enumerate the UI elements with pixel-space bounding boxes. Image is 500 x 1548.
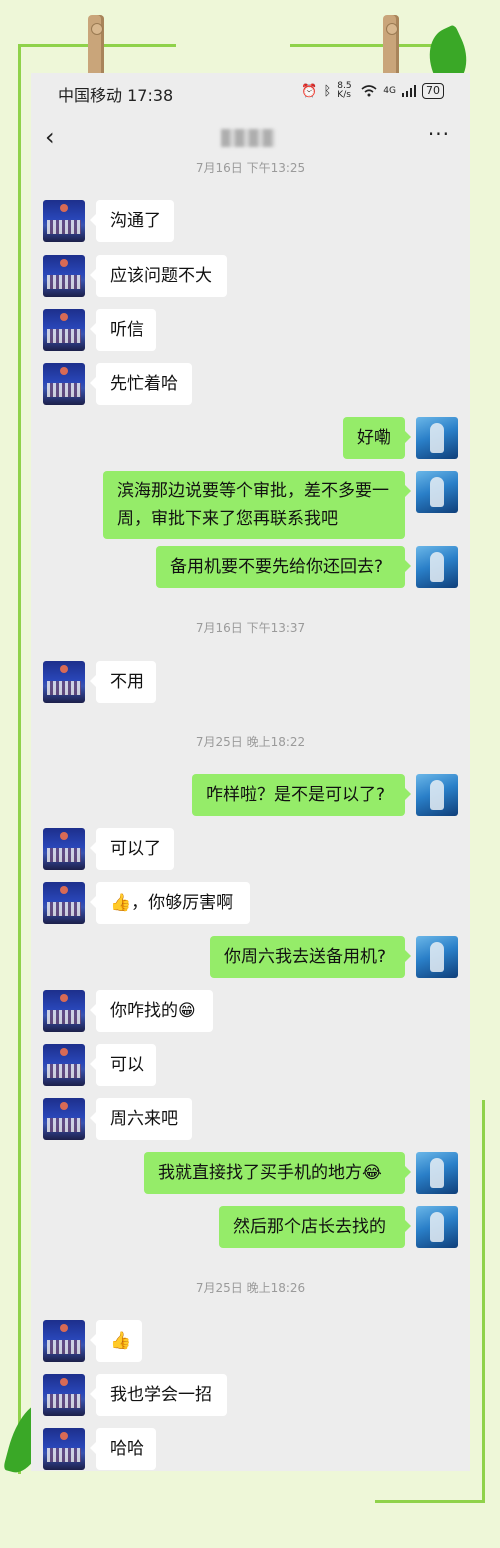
incoming-message[interactable]: 周六来吧 — [90, 1098, 192, 1140]
battery-indicator: 70 — [422, 83, 444, 99]
outgoing-message[interactable]: 好嘞 — [343, 417, 411, 459]
incoming-message[interactable]: 不用 — [90, 661, 156, 703]
contact-avatar[interactable] — [43, 1374, 85, 1416]
contact-avatar[interactable] — [43, 200, 85, 242]
incoming-message[interactable]: 👍 — [90, 1320, 142, 1362]
my-avatar[interactable] — [416, 936, 458, 978]
timestamp: 7月16日 下午13:37 — [195, 621, 306, 635]
timestamp: 7月16日 下午13:25 — [195, 161, 306, 175]
chat-header: ‹ ··· — [31, 117, 470, 157]
status-icons: ⏰ ᛒ 8.5 K/s 4G 70 — [301, 82, 444, 100]
incoming-message[interactable]: 可以了 — [90, 828, 174, 870]
contact-avatar[interactable] — [43, 1044, 85, 1086]
outgoing-message[interactable]: 然后那个店长去找的 — [219, 1206, 411, 1248]
bluetooth-icon: ᛒ — [323, 83, 332, 99]
contact-avatar[interactable] — [43, 1428, 85, 1470]
frame-bottom-line — [375, 1500, 485, 1503]
status-bar: 中国移动 17:38 ⏰ ᛒ 8.5 K/s 4G 70 — [31, 73, 470, 113]
contact-avatar[interactable] — [43, 363, 85, 405]
contact-avatar[interactable] — [43, 309, 85, 351]
incoming-message[interactable]: 你咋找的😁 — [90, 990, 213, 1032]
frame-top-line-right — [290, 44, 448, 47]
wifi-icon — [361, 85, 377, 97]
clip-right-icon — [383, 15, 399, 77]
clip-left-icon — [88, 15, 104, 77]
outgoing-message[interactable]: 你周六我去送备用机? — [210, 936, 411, 978]
my-avatar[interactable] — [416, 417, 458, 459]
contact-avatar[interactable] — [43, 661, 85, 703]
outgoing-message[interactable]: 备用机要不要先给你还回去? — [156, 546, 411, 588]
contact-avatar[interactable] — [43, 882, 85, 924]
contact-avatar[interactable] — [43, 828, 85, 870]
chat-title-redacted — [221, 129, 275, 147]
contact-avatar[interactable] — [43, 1098, 85, 1140]
back-button[interactable]: ‹ — [45, 125, 55, 149]
incoming-message[interactable]: 先忙着哈 — [90, 363, 192, 405]
frame-right-line — [482, 1100, 485, 1500]
my-avatar[interactable] — [416, 546, 458, 588]
incoming-message[interactable]: 听信 — [90, 309, 156, 351]
my-avatar[interactable] — [416, 1206, 458, 1248]
contact-avatar[interactable] — [43, 255, 85, 297]
incoming-message[interactable]: 可以 — [90, 1044, 156, 1086]
phone-screen: 中国移动 17:38 ⏰ ᛒ 8.5 K/s 4G 70 ‹ ··· 7月16日… — [31, 73, 470, 1471]
contact-avatar[interactable] — [43, 990, 85, 1032]
my-avatar[interactable] — [416, 471, 458, 513]
alarm-icon: ⏰ — [301, 83, 318, 99]
frame-left-line — [18, 44, 21, 1474]
my-avatar[interactable] — [416, 774, 458, 816]
timestamp: 7月25日 晚上18:26 — [195, 1281, 306, 1295]
outgoing-message[interactable]: 咋样啦？是不是可以了? — [192, 774, 411, 816]
contact-avatar[interactable] — [43, 1320, 85, 1362]
signal-icon — [402, 85, 416, 97]
more-options-button[interactable]: ··· — [428, 122, 450, 146]
incoming-message[interactable]: 沟通了 — [90, 200, 174, 242]
timestamp: 7月25日 晚上18:22 — [195, 735, 306, 749]
net-speed: 8.5 K/s — [337, 81, 352, 100]
incoming-message[interactable]: 应该问题不大 — [90, 255, 227, 297]
network-type: 4G — [383, 86, 396, 96]
incoming-message[interactable]: 👍，你够厉害啊 — [90, 882, 250, 924]
incoming-message[interactable]: 哈哈 — [90, 1428, 156, 1470]
incoming-message[interactable]: 我也学会一招 — [90, 1374, 227, 1416]
carrier-time: 中国移动 17:38 — [58, 86, 174, 105]
outgoing-message[interactable]: 滨海那边说要等个审批，差不多要一周，审批下来了您再联系我吧 — [103, 471, 411, 539]
my-avatar[interactable] — [416, 1152, 458, 1194]
outgoing-message[interactable]: 我就直接找了买手机的地方😂 — [144, 1152, 411, 1194]
